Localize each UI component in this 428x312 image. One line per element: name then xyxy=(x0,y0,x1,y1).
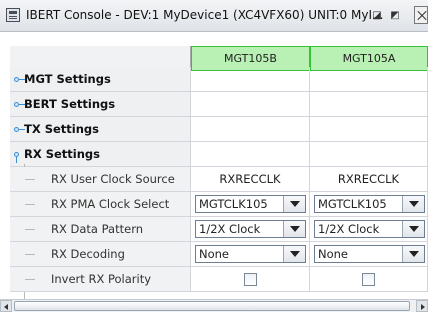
rx-row-invert-polarity: Invert RX Polarity xyxy=(0,267,428,292)
row-label: RX Decoding xyxy=(51,247,125,261)
row-label: RX PMA Clock Select xyxy=(51,197,170,211)
chevron-down-icon[interactable] xyxy=(283,196,305,212)
tree-section-tx-settings[interactable]: TX Settings xyxy=(0,117,428,142)
decoding-combo[interactable]: None xyxy=(195,245,306,263)
chevron-down-icon[interactable] xyxy=(283,246,305,262)
chevron-down-icon[interactable] xyxy=(402,196,424,212)
section-label: BERT Settings xyxy=(24,97,116,111)
horizontal-scrollbar[interactable] xyxy=(0,299,428,312)
data-pattern-combo[interactable]: 1/2X Clock xyxy=(314,220,425,238)
chevron-down-icon[interactable] xyxy=(283,221,305,237)
window-title: IBERT Console - DEV:1 MyDevice1 (XC4VFX6… xyxy=(26,8,384,22)
minimize-icon[interactable]: ◪ xyxy=(371,10,383,22)
scroll-right-icon[interactable] xyxy=(416,300,428,312)
chevron-down-icon[interactable] xyxy=(402,246,424,262)
rx-row-user-clock-source: RX User Clock Source RXRECCLK RXRECCLK xyxy=(0,167,428,192)
invert-polarity-checkbox[interactable] xyxy=(244,273,257,286)
section-label: RX Settings xyxy=(24,147,101,161)
decoding-combo[interactable]: None xyxy=(314,245,425,263)
window-titlebar: IBERT Console - DEV:1 MyDevice1 (XC4VFX6… xyxy=(0,0,428,32)
rx-row-data-pattern: RX Data Pattern 1/2X Clock 1/2X Clock xyxy=(0,217,428,242)
rx-row-decoding: RX Decoding None None xyxy=(0,242,428,267)
row-label: RX User Clock Source xyxy=(51,172,175,186)
tree-section-mgt-settings[interactable]: MGT Settings xyxy=(0,67,428,92)
value-cell-mgt105a: RXRECCLK xyxy=(310,167,428,192)
tree-section-rx-settings[interactable]: RX Settings xyxy=(0,142,428,167)
rx-row-pma-clock-select: RX PMA Clock Select MGTCLK105 MGTCLK105 xyxy=(0,192,428,217)
pma-clock-select-combo[interactable]: MGTCLK105 xyxy=(314,195,425,213)
row-label: Invert RX Polarity xyxy=(51,272,152,286)
section-label: MGT Settings xyxy=(24,72,111,86)
console-icon xyxy=(6,8,20,22)
chevron-down-icon[interactable] xyxy=(402,221,424,237)
close-icon[interactable] xyxy=(414,6,428,24)
row-label: RX Data Pattern xyxy=(51,222,144,236)
value-cell-mgt105b: RXRECCLK xyxy=(191,167,310,192)
section-label: TX Settings xyxy=(24,122,99,136)
pma-clock-select-combo[interactable]: MGTCLK105 xyxy=(195,195,306,213)
scroll-left-icon[interactable] xyxy=(0,300,12,312)
scrollbar-thumb[interactable] xyxy=(14,301,410,311)
invert-polarity-checkbox[interactable] xyxy=(362,273,375,286)
data-pattern-combo[interactable]: 1/2X Clock xyxy=(195,220,306,238)
maximize-icon[interactable]: ◩ xyxy=(389,10,401,22)
tree-section-bert-settings[interactable]: BERT Settings xyxy=(0,92,428,117)
